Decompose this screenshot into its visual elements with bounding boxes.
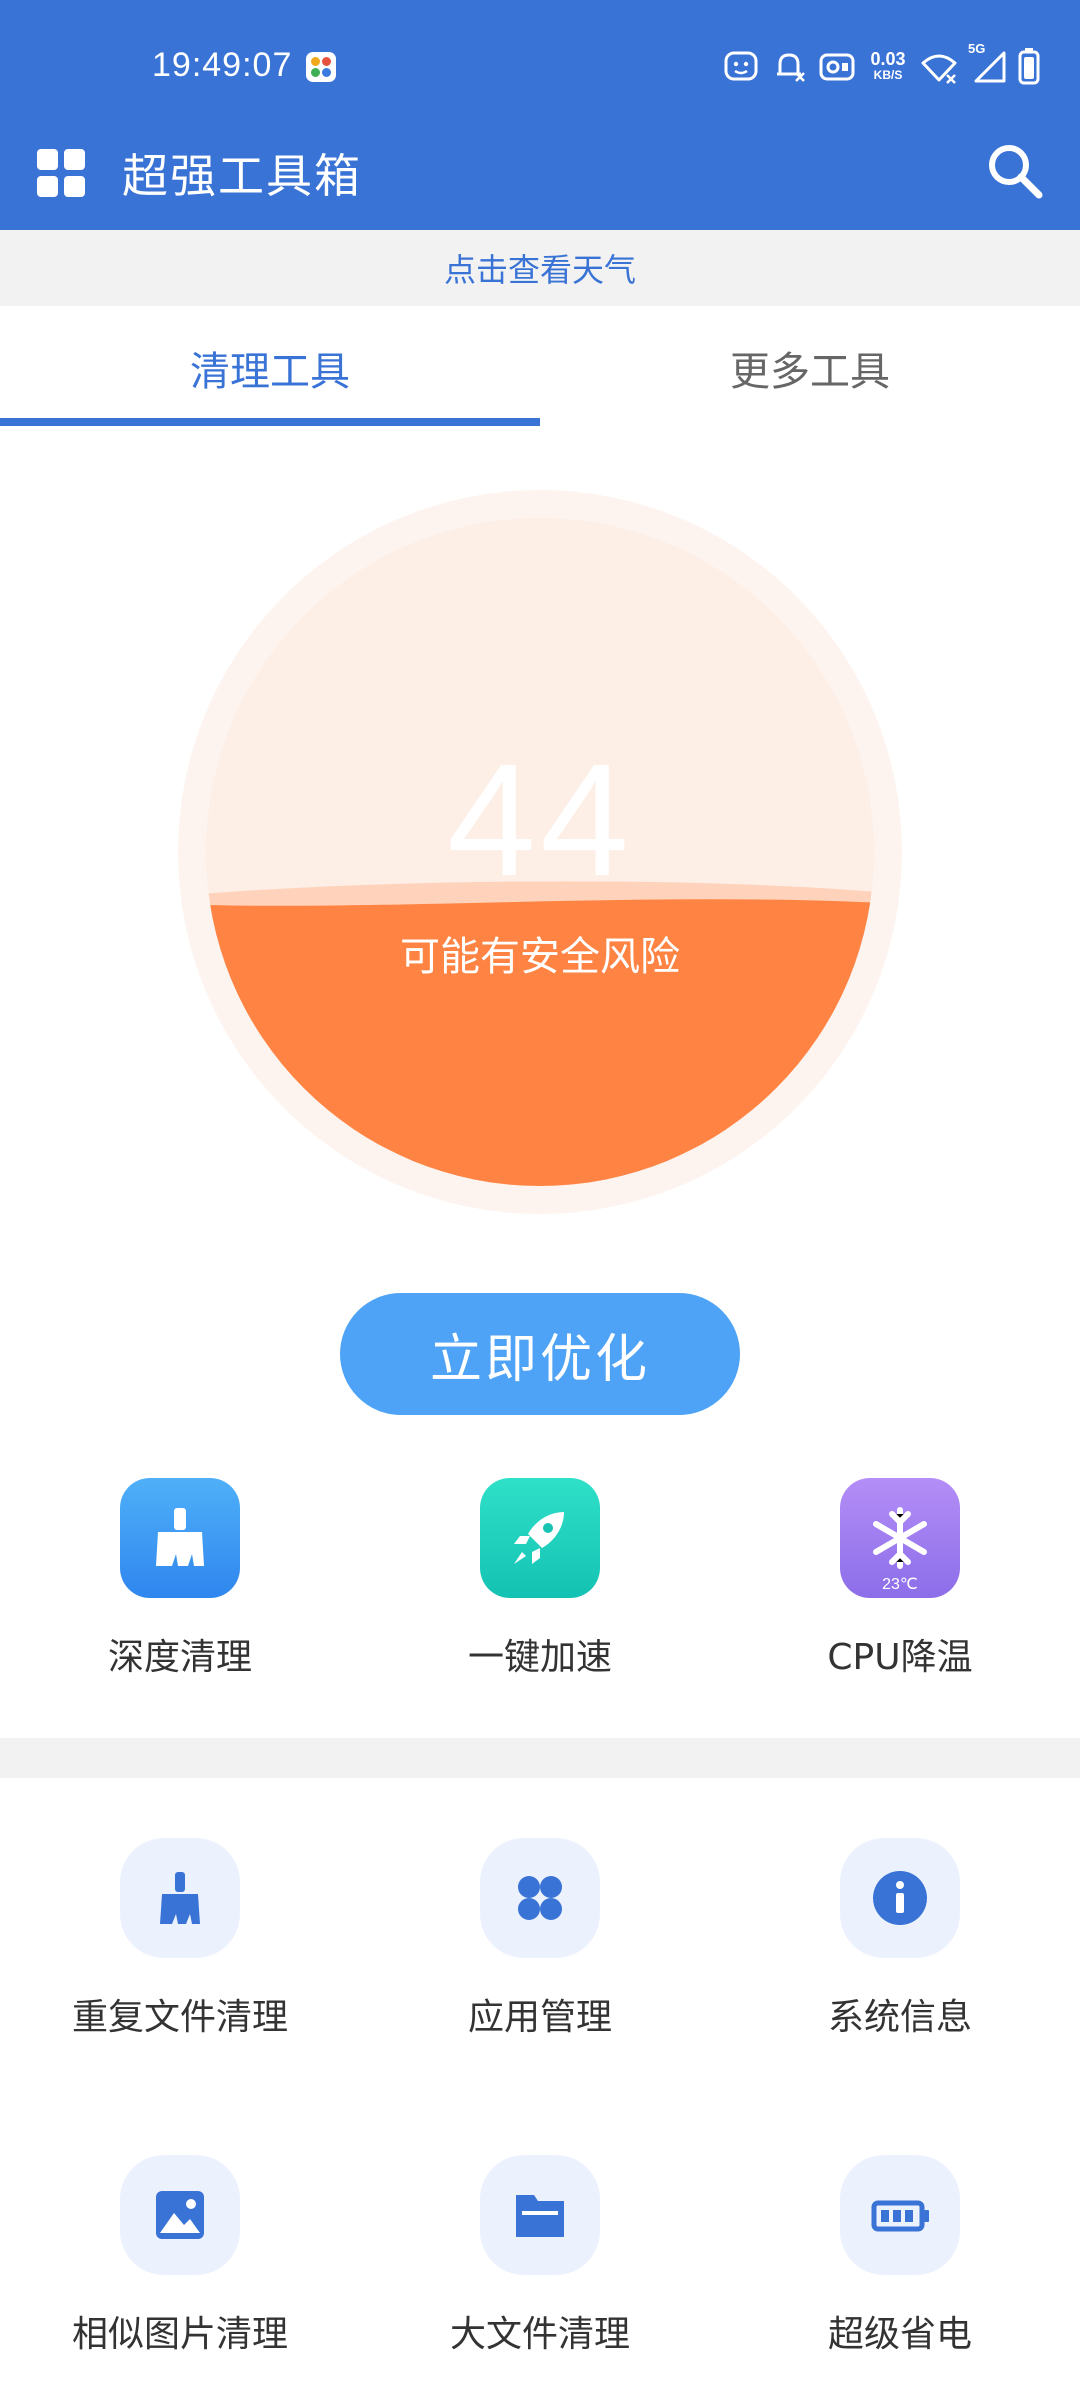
status-bar: 19:49:07 0.03 KB/S 5G	[0, 0, 1080, 140]
duplicate-files-tile	[120, 1838, 240, 1958]
network-speed-value: 0.03	[870, 49, 906, 69]
cell-signal: 5G	[968, 41, 1008, 85]
large-files-tile	[480, 2155, 600, 2275]
info-icon	[873, 1871, 927, 1925]
tool-power-saving[interactable]: 超级省电	[750, 2155, 1050, 2357]
power-saving-tile	[840, 2155, 960, 2275]
network-speed: 0.03 KB/S	[866, 50, 910, 82]
tool-label: 系统信息	[827, 1997, 972, 2038]
face-notification-icon	[724, 51, 758, 81]
tool-duplicate-files[interactable]: 重复文件清理	[30, 1838, 330, 2040]
vpn-icon	[819, 53, 855, 81]
cpu-cooling-tile: 23℃	[840, 1478, 960, 1598]
tool-label: 大文件清理	[449, 2314, 630, 2355]
battery-icon	[871, 2200, 929, 2232]
tool-similar-images[interactable]: 相似图片清理	[30, 2155, 330, 2357]
tool-label: 一键加速	[467, 1637, 612, 1678]
app-bar: 超强工具箱	[0, 130, 1080, 230]
apps-icon	[518, 1876, 562, 1920]
rocket-icon	[514, 1512, 564, 1564]
tab-bar: 清理工具 更多工具	[0, 306, 1080, 430]
status-time: 19:49:07	[152, 46, 293, 84]
similar-images-tile	[120, 2155, 240, 2275]
weather-link[interactable]: 点击查看天气	[0, 230, 1080, 306]
broom-icon	[160, 1872, 200, 1924]
broom-icon	[156, 1508, 204, 1566]
tool-deep-clean[interactable]: 深度清理	[30, 1478, 330, 1680]
wifi-icon	[921, 54, 957, 84]
tool-label: CPU降温	[827, 1637, 973, 1678]
tool-label: 应用管理	[467, 1997, 612, 2038]
bell-muted-icon	[777, 53, 805, 82]
security-score: 44	[447, 730, 633, 909]
tool-cpu-cooling[interactable]: 23℃ CPU降温	[750, 1478, 1050, 1680]
cpu-temperature: 23℃	[882, 1576, 918, 1593]
battery-icon	[1018, 48, 1040, 85]
deep-clean-tile	[120, 1478, 240, 1598]
header: 19:49:07 0.03 KB/S 5G 超强工具箱	[0, 0, 1080, 230]
grid-menu-icon[interactable]	[37, 149, 85, 197]
app-management-tile	[480, 1838, 600, 1958]
image-icon	[156, 2191, 204, 2239]
app-title: 超强工具箱	[122, 149, 362, 203]
optimize-button[interactable]: 立即优化	[340, 1293, 740, 1415]
network-speed-unit: KB/S	[873, 68, 903, 82]
tool-label: 重复文件清理	[71, 1997, 288, 2038]
system-info-tile	[840, 1838, 960, 1958]
tool-label: 深度清理	[107, 1637, 252, 1678]
screen: 19:49:07 0.03 KB/S 5G 超强工具箱 点击查看天气 清理工具 …	[0, 0, 1080, 2400]
section-divider	[0, 1738, 1080, 1778]
app-notification-icon	[306, 52, 336, 82]
signal-icon	[974, 51, 1006, 83]
security-status: 可能有安全风险	[400, 934, 680, 980]
tool-large-files[interactable]: 大文件清理	[390, 2155, 690, 2357]
search-icon[interactable]	[984, 140, 1046, 202]
status-icons: 0.03 KB/S 5G	[722, 41, 1040, 86]
tool-speed-up[interactable]: 一键加速	[390, 1478, 690, 1680]
security-gauge[interactable]: 44 可能有安全风险	[178, 490, 902, 1214]
folder-icon	[516, 2195, 564, 2237]
tool-label: 超级省电	[827, 2314, 972, 2355]
tool-app-management[interactable]: 应用管理	[390, 1838, 690, 2040]
speed-up-tile	[480, 1478, 600, 1598]
tab-indicator	[0, 418, 540, 426]
tab-more-tools[interactable]: 更多工具	[540, 306, 1080, 430]
tool-system-info[interactable]: 系统信息	[750, 1838, 1050, 2040]
tab-clean-tools[interactable]: 清理工具	[0, 306, 540, 430]
tool-label: 相似图片清理	[71, 2314, 288, 2355]
